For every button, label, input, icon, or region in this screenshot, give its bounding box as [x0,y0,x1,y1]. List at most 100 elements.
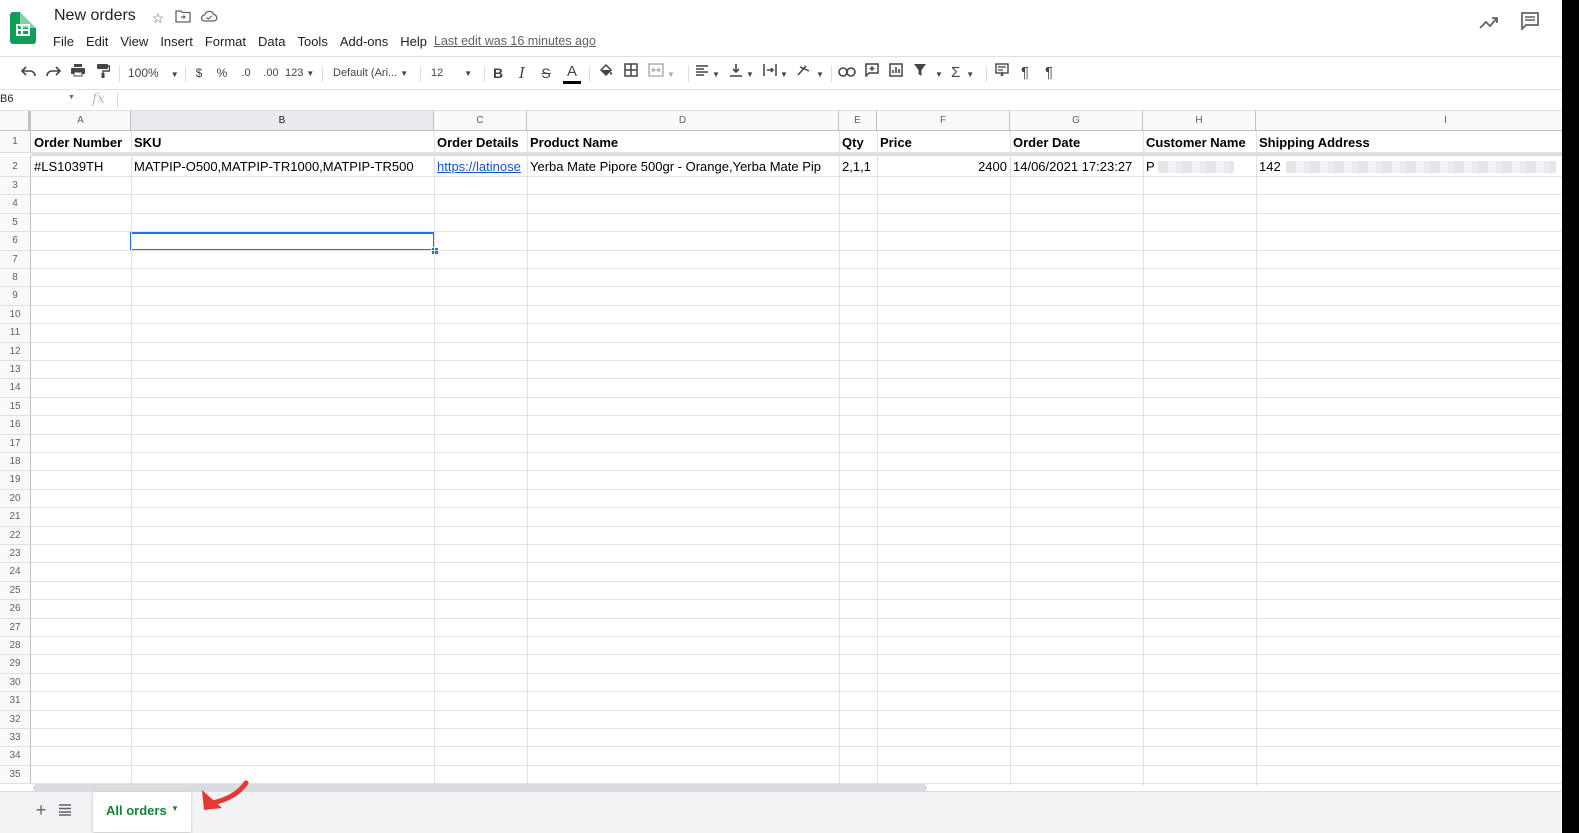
row-header[interactable]: 31 [0,692,31,711]
row-header[interactable]: 11 [0,324,31,343]
redo-icon[interactable] [44,63,62,83]
row-header[interactable]: 18 [0,453,31,472]
zoom-select[interactable]: 100% ▼ [128,63,180,83]
cell-d2[interactable]: Yerba Mate Pipore 500gr - Orange,Yerba M… [527,156,839,177]
spreadsheet-grid[interactable]: A B C D E F G H I Order Number SKU Order… [0,111,1579,786]
format-percent-button[interactable]: % [215,63,229,83]
insert-chart-icon[interactable] [887,63,905,83]
move-folder-icon[interactable] [174,9,192,27]
menu-data[interactable]: Data [258,32,291,52]
column-header-f[interactable]: F [877,111,1010,131]
row-header[interactable]: 22 [0,526,31,545]
document-title[interactable]: New orders [54,7,136,25]
cell-f2[interactable]: 2400 [877,156,1010,177]
cell-g2[interactable]: 14/06/2021 17:23:27 [1010,156,1143,177]
more-formats-button[interactable]: 123 ▼ [285,63,315,83]
paint-format-icon[interactable] [94,63,112,83]
cell-e1[interactable]: Qty [839,132,877,153]
undo-icon[interactable] [20,63,38,83]
insert-comment-icon[interactable] [863,63,881,83]
decrease-decimal-button[interactable]: .0 [238,63,254,83]
row-header[interactable]: 32 [0,710,31,729]
insert-link-icon[interactable] [838,63,856,83]
menu-view[interactable]: View [120,32,154,52]
cell-i1[interactable]: Shipping Address [1256,132,1562,153]
row-header[interactable]: 8 [0,269,31,288]
row-header[interactable]: 5 [0,213,31,233]
font-size-select[interactable]: 12 ▼ [431,63,477,83]
fill-color-icon[interactable] [597,63,615,83]
row-header[interactable]: 15 [0,397,31,417]
cell-a1[interactable]: Order Number [31,132,131,153]
row-header[interactable]: 34 [0,747,31,766]
menu-format[interactable]: Format [205,32,252,52]
row-header[interactable]: 13 [0,361,31,380]
selected-cell-b6[interactable] [130,232,435,251]
name-box-caret-icon[interactable]: ▼ [68,94,75,101]
row-header[interactable]: 10 [0,305,31,325]
row-header[interactable]: 21 [0,508,31,527]
cell-d1[interactable]: Product Name [527,132,839,153]
explore-trend-icon[interactable] [1478,14,1500,36]
font-family-select[interactable]: Default (Ari... ▼ [333,63,413,83]
row-header[interactable]: 27 [0,618,31,637]
column-header-g[interactable]: G [1010,111,1143,131]
sheets-logo-icon[interactable] [10,12,36,44]
row-header[interactable]: 20 [0,489,31,509]
text-color-button[interactable]: A [563,63,581,84]
merge-cells-icon[interactable]: ▼ [648,63,678,83]
all-sheets-menu-icon[interactable] [58,801,76,819]
row-header[interactable]: 29 [0,655,31,674]
cell-a2[interactable]: #LS1039TH [31,156,131,177]
row-header[interactable]: 1 [0,131,31,153]
filter-icon[interactable]: ▼ [913,63,945,83]
sheet-tab-all-orders[interactable]: All orders ▼ [93,792,191,832]
row-header[interactable]: 28 [0,637,31,656]
column-header-c[interactable]: C [434,111,527,131]
row-header[interactable]: 26 [0,600,31,619]
cell-h1[interactable]: Customer Name [1143,132,1256,153]
add-sheet-button[interactable]: + [32,801,50,819]
cell-c1[interactable]: Order Details [434,132,527,153]
column-header-h[interactable]: H [1143,111,1256,131]
row-header[interactable]: 17 [0,434,31,453]
text-wrapping-icon[interactable]: ▼ [763,63,791,83]
ltr-paragraph-icon[interactable]: ¶ [1017,63,1033,83]
cell-c2-link[interactable]: https://latinose [434,156,527,177]
text-rotation-icon[interactable]: ▼ [797,63,825,83]
sheet-tab-caret-icon[interactable]: ▼ [171,804,179,813]
column-header-i[interactable]: I [1256,111,1579,131]
input-tools-icon[interactable] [993,63,1011,83]
row-header[interactable]: 4 [0,195,31,214]
increase-decimal-button[interactable]: .00 [261,63,281,83]
column-header-b[interactable]: B [131,111,434,131]
menu-tools[interactable]: Tools [297,32,333,52]
row-header[interactable]: 6 [0,232,31,251]
row-header[interactable]: 25 [0,581,31,601]
print-icon[interactable] [69,63,87,83]
horizontal-scrollbar[interactable] [33,784,927,791]
borders-icon[interactable] [622,63,640,83]
menu-edit[interactable]: Edit [86,32,114,52]
row-header[interactable]: 3 [0,177,31,196]
row-header[interactable]: 14 [0,379,31,398]
row-header[interactable]: 24 [0,563,31,582]
cell-f1[interactable]: Price [877,132,1010,153]
row-header[interactable]: 2 [0,156,31,177]
cloud-status-icon[interactable] [200,9,218,27]
cell-e2[interactable]: 2,1,1 [839,156,877,177]
row-header[interactable]: 23 [0,545,31,564]
row-header[interactable]: 9 [0,287,31,306]
comments-icon[interactable] [1520,12,1544,36]
row-header[interactable]: 16 [0,416,31,435]
bold-button[interactable]: B [491,63,505,83]
cell-b2[interactable]: MATPIP-O500,MATPIP-TR1000,MATPIP-TR500 [131,156,434,177]
menu-help[interactable]: Help [400,32,433,52]
select-all-corner[interactable] [0,111,31,131]
last-edit-link[interactable]: Last edit was 16 minutes ago [434,34,596,48]
star-icon[interactable]: ☆ [149,9,167,27]
functions-button[interactable]: Σ ▼ [951,63,981,83]
cell-b1[interactable]: SKU [131,132,434,153]
strikethrough-button[interactable]: S [539,63,553,83]
row-header[interactable]: 30 [0,673,31,693]
